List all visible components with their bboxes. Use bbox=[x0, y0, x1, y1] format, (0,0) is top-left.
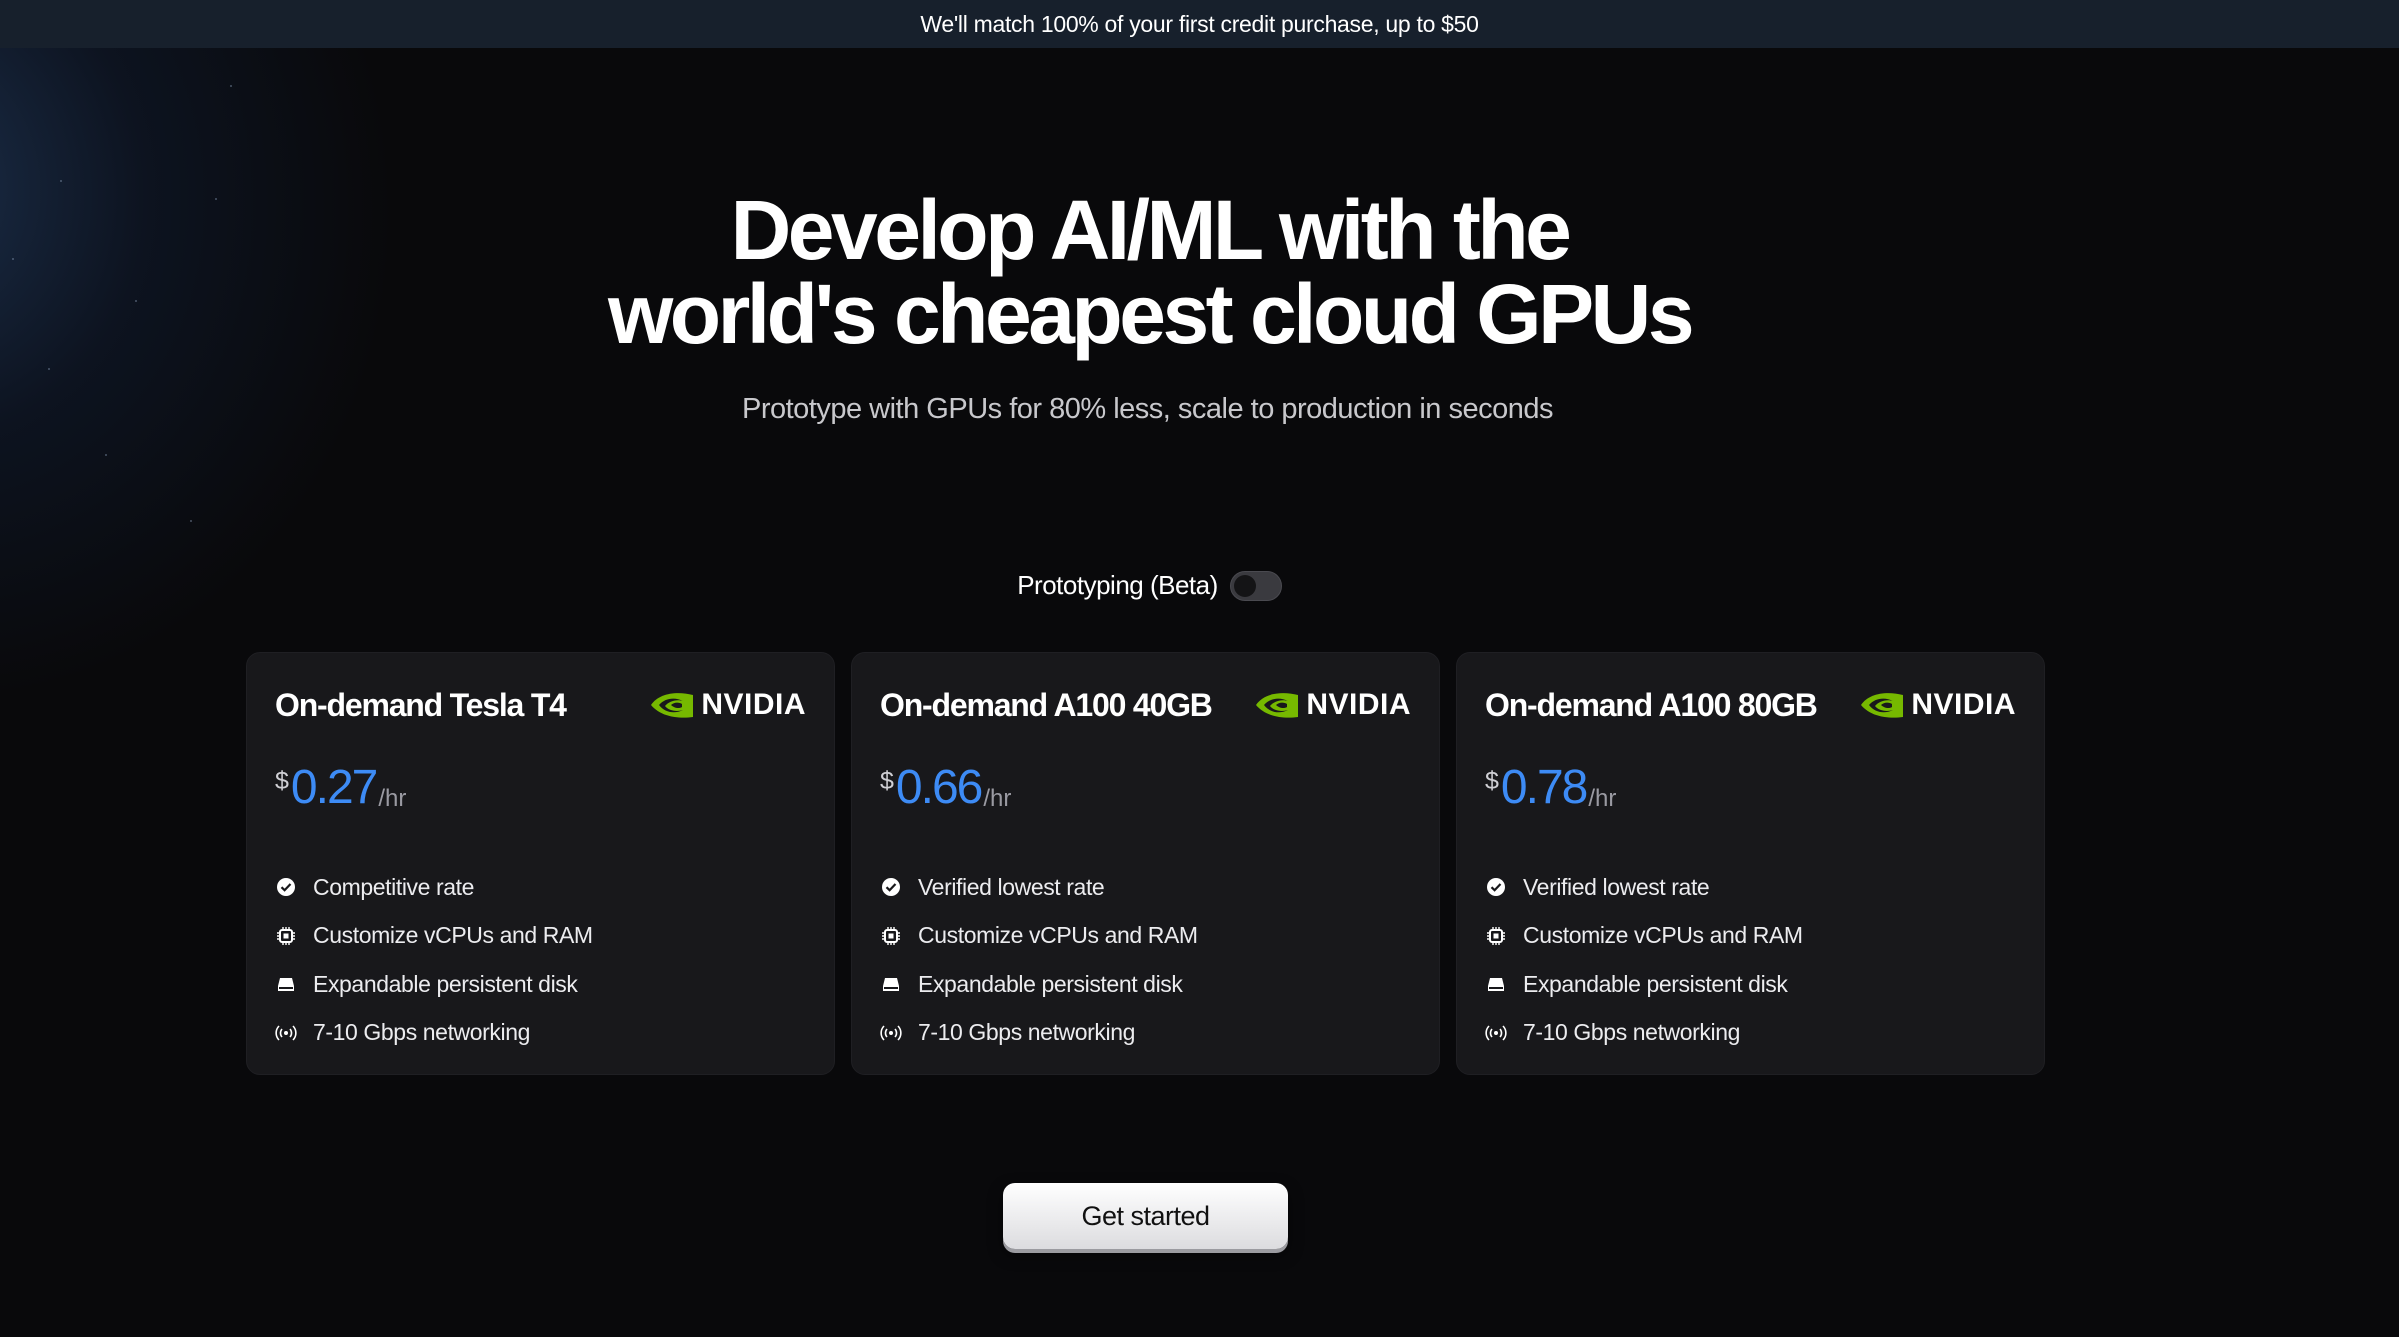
feature-text: Customize vCPUs and RAM bbox=[313, 922, 593, 949]
pricing-card-tesla-t4[interactable]: On-demand Tesla T4 NVIDIA $ 0.27 /hr Com… bbox=[246, 652, 835, 1075]
feature-item: 7-10 Gbps networking bbox=[1485, 1009, 2016, 1058]
price-value: 0.78 bbox=[1500, 761, 1588, 814]
feature-item: Competitive rate bbox=[275, 863, 806, 912]
feature-item: Customize vCPUs and RAM bbox=[1485, 912, 2016, 961]
background-star bbox=[48, 368, 50, 370]
background-glow bbox=[0, 0, 568, 753]
feature-text: Expandable persistent disk bbox=[1523, 970, 1788, 997]
hero-title-line: world's cheapest cloud GPUs bbox=[607, 267, 1695, 361]
price: $ 0.27 /hr bbox=[275, 763, 806, 823]
wifi-broadcast-icon bbox=[1485, 1022, 1507, 1044]
disk-icon bbox=[1485, 973, 1507, 995]
feature-text: Expandable persistent disk bbox=[313, 970, 578, 997]
nvidia-eye-icon bbox=[651, 693, 694, 718]
disk-icon bbox=[275, 973, 297, 995]
background-star bbox=[105, 454, 107, 456]
price-currency: $ bbox=[275, 767, 289, 795]
feature-text: Customize vCPUs and RAM bbox=[918, 922, 1198, 949]
prototyping-toggle-label: Prototyping (Beta) bbox=[1017, 570, 1218, 600]
feature-item: 7-10 Gbps networking bbox=[880, 1009, 1411, 1058]
feature-item: 7-10 Gbps networking bbox=[275, 1009, 806, 1058]
landing-page: We'll match 100% of your first credit pu… bbox=[0, 0, 2399, 1337]
cpu-icon bbox=[880, 925, 902, 947]
background-star bbox=[230, 85, 232, 87]
feature-text: Verified lowest rate bbox=[918, 873, 1105, 900]
price-unit: /hr bbox=[1588, 785, 1617, 812]
nvidia-wordmark: NVIDIA bbox=[1911, 688, 2016, 721]
nvidia-eye-icon bbox=[1861, 693, 1904, 718]
promo-banner[interactable]: We'll match 100% of your first credit pu… bbox=[0, 0, 2399, 48]
feature-item: Expandable persistent disk bbox=[275, 960, 806, 1009]
wifi-broadcast-icon bbox=[275, 1022, 297, 1044]
pricing-card-a100-40gb[interactable]: On-demand A100 40GB NVIDIA $ 0.66 /hr Ve… bbox=[851, 652, 1440, 1075]
feature-text: 7-10 Gbps networking bbox=[918, 1019, 1136, 1046]
price-unit: /hr bbox=[378, 785, 407, 812]
price: $ 0.78 /hr bbox=[1485, 763, 2016, 823]
check-circle-icon bbox=[275, 876, 297, 898]
feature-item: Customize vCPUs and RAM bbox=[275, 912, 806, 961]
feature-item: Verified lowest rate bbox=[1485, 863, 2016, 912]
price-unit: /hr bbox=[983, 785, 1012, 812]
nvidia-logo: NVIDIA bbox=[1859, 688, 2016, 722]
feature-text: Customize vCPUs and RAM bbox=[1523, 922, 1803, 949]
price-value: 0.27 bbox=[290, 761, 378, 814]
background-star bbox=[190, 520, 192, 522]
price: $ 0.66 /hr bbox=[880, 763, 1411, 823]
nvidia-wordmark: NVIDIA bbox=[1306, 688, 1411, 721]
feature-item: Expandable persistent disk bbox=[880, 960, 1411, 1009]
promo-banner-text: We'll match 100% of your first credit pu… bbox=[920, 10, 1479, 37]
background-star bbox=[60, 180, 62, 182]
feature-text: 7-10 Gbps networking bbox=[1523, 1019, 1741, 1046]
feature-item: Customize vCPUs and RAM bbox=[880, 912, 1411, 961]
disk-icon bbox=[880, 973, 902, 995]
get-started-button[interactable]: Get started bbox=[1003, 1183, 1288, 1249]
card-title: On-demand Tesla T4 bbox=[275, 686, 567, 723]
feature-text: Competitive rate bbox=[313, 873, 475, 900]
nvidia-logo: NVIDIA bbox=[649, 688, 806, 722]
feature-list: Verified lowest rate Customize vCPUs and… bbox=[1485, 863, 2016, 1057]
prototyping-toggle-row: Prototyping (Beta) bbox=[0, 570, 2299, 601]
feature-list: Verified lowest rate Customize vCPUs and… bbox=[880, 863, 1411, 1057]
feature-item: Expandable persistent disk bbox=[1485, 960, 2016, 1009]
nvidia-wordmark: NVIDIA bbox=[701, 688, 806, 721]
feature-text: Expandable persistent disk bbox=[918, 970, 1183, 997]
price-value: 0.66 bbox=[895, 761, 983, 814]
hero-title-line: Develop AI/ML with the bbox=[730, 183, 1572, 277]
feature-text: Verified lowest rate bbox=[1523, 873, 1710, 900]
check-circle-icon bbox=[1485, 876, 1507, 898]
price-currency: $ bbox=[1485, 767, 1499, 795]
pricing-cards: On-demand Tesla T4 NVIDIA $ 0.27 /hr Com… bbox=[246, 652, 2045, 1075]
cpu-icon bbox=[1485, 925, 1507, 947]
wifi-broadcast-icon bbox=[880, 1022, 902, 1044]
nvidia-logo: NVIDIA bbox=[1254, 688, 1411, 722]
hero-subtitle: Prototype with GPUs for 80% less, scale … bbox=[741, 393, 1554, 425]
feature-item: Verified lowest rate bbox=[880, 863, 1411, 912]
nvidia-eye-icon bbox=[1256, 693, 1299, 718]
feature-list: Competitive rate Customize vCPUs and RAM… bbox=[275, 863, 806, 1057]
price-currency: $ bbox=[880, 767, 894, 795]
card-title: On-demand A100 40GB bbox=[880, 686, 1213, 723]
cpu-icon bbox=[275, 925, 297, 947]
pricing-card-a100-80gb[interactable]: On-demand A100 80GB NVIDIA $ 0.78 /hr Ve… bbox=[1456, 652, 2045, 1075]
toggle-knob bbox=[1233, 574, 1256, 597]
hero-title: Develop AI/ML with the world's cheapest … bbox=[0, 188, 2299, 356]
check-circle-icon bbox=[880, 876, 902, 898]
prototyping-toggle[interactable] bbox=[1229, 570, 1282, 601]
feature-text: 7-10 Gbps networking bbox=[313, 1019, 531, 1046]
card-title: On-demand A100 80GB bbox=[1485, 686, 1818, 723]
